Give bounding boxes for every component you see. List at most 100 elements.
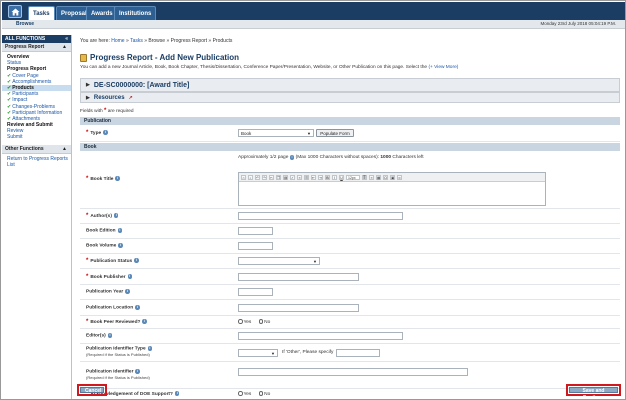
italic-icon[interactable]: I [332, 174, 337, 180]
find-icon[interactable]: ⌕ [248, 174, 253, 180]
publication-location-input[interactable] [238, 304, 359, 312]
peer-reviewed-yes[interactable]: Yes [238, 319, 254, 325]
pub-id-input[interactable] [238, 368, 468, 376]
special-char-icon[interactable]: Ω [383, 174, 388, 180]
source-icon[interactable]: ⌂ [241, 174, 246, 180]
sidebar-section-progress-report[interactable]: Progress Report ▲ [2, 43, 71, 52]
resources-panel[interactable]: ▶ Resources ↗ [80, 92, 620, 103]
help-icon[interactable]: i [103, 130, 108, 135]
help-icon[interactable]: i [127, 274, 133, 279]
if-other-input[interactable] [336, 349, 380, 357]
help-icon[interactable]: i [125, 289, 130, 294]
home-icon [11, 8, 19, 15]
image-icon[interactable]: ▣ [390, 174, 395, 180]
checkmark-icon: ✔ [7, 84, 12, 91]
collapse-sidebar-icon[interactable]: « [65, 35, 68, 43]
align-center-icon[interactable]: ≡ [369, 174, 374, 180]
sidebar-section-label: Progress Report [5, 44, 45, 50]
breadcrumb-tasks[interactable]: Tasks [130, 38, 143, 44]
view-more-link[interactable]: (+ View More) [428, 65, 458, 70]
authors-input[interactable] [238, 212, 403, 220]
sidebar-item-return-to-progress-reports[interactable]: Return to Progress Reports [2, 156, 71, 162]
tab-institutions[interactable]: Institutions [114, 6, 157, 20]
cut-icon[interactable]: ✂ [269, 174, 274, 180]
paste-icon[interactable]: ▤ [283, 174, 288, 180]
required-star-icon: * [86, 258, 89, 264]
book-publisher-input[interactable] [238, 273, 359, 281]
editors-input[interactable] [238, 332, 403, 340]
indent-icon[interactable]: ⇥ [318, 174, 323, 180]
help-icon[interactable]: i [135, 369, 140, 374]
book-edition-input[interactable] [238, 227, 273, 235]
page-title: Progress Report - Add New Publication [80, 53, 239, 62]
home-button[interactable] [8, 5, 22, 18]
breadcrumb-home[interactable]: Home [111, 38, 124, 44]
cancel-button[interactable]: Cancel [77, 384, 107, 396]
help-icon[interactable]: i [118, 243, 123, 248]
publication-year-label-text: Publication Year [86, 289, 124, 295]
help-icon[interactable]: i [113, 213, 119, 218]
font-size-select[interactable]: 12px [346, 174, 360, 180]
required-note-pre: Fields with [80, 109, 103, 114]
type-label: * Type i [86, 130, 108, 136]
pub-id-type-note: (Required if the Status is Published) [86, 351, 150, 357]
align-left-icon[interactable]: ≣ [362, 174, 367, 180]
table-icon[interactable]: ▦ [376, 174, 381, 180]
publication-location-row: Publication Location i [80, 300, 620, 316]
pub-id-type-select[interactable]: ▼ [238, 349, 278, 357]
help-icon[interactable]: i [115, 176, 120, 181]
char-limit-detail: (Max 1000 Characters without spaces): [295, 155, 380, 160]
publication-year-input[interactable] [238, 288, 273, 296]
help-icon[interactable]: i [289, 155, 295, 160]
peer-reviewed-label: * Book Peer Reviewed? i [86, 319, 147, 325]
spellcheck-icon[interactable]: ✓ [290, 174, 295, 180]
sidebar-item-label: Progress Report [7, 66, 47, 73]
sidebar: ALL FUNCTIONS « Progress Report ▲ Overvi… [2, 35, 72, 399]
authors-label-text: Author(s) [90, 214, 112, 219]
sidebar-section-other-functions[interactable]: Other Functions ▲ [2, 144, 71, 154]
award-panel[interactable]: ▶ DE-SC0000000: [Award Title] [80, 78, 620, 92]
help-icon[interactable]: i [107, 333, 113, 338]
populate-form-button[interactable]: Populate Form [316, 129, 354, 137]
collapse-section-icon[interactable]: ▲ [62, 43, 67, 52]
book-title-label: * Book Title i [86, 176, 120, 182]
outdent-icon[interactable]: ⇤ [311, 174, 316, 180]
type-select[interactable]: Book ▼ [238, 129, 314, 137]
help-icon[interactable]: i [134, 258, 139, 263]
app-window: Tasks Proposals Awards Institutions Brow… [0, 0, 626, 400]
help-icon[interactable]: i [135, 305, 140, 310]
bold-icon[interactable]: B [325, 174, 330, 180]
peer-reviewed-no[interactable]: No [258, 319, 274, 325]
numbered-list-icon[interactable]: ≡ [297, 174, 302, 180]
tab-tasks[interactable]: Tasks [28, 6, 55, 21]
sidebar-item-submit[interactable]: Submit [2, 134, 71, 140]
sidebar-item-label: Products [12, 84, 34, 91]
publication-status-select[interactable]: ▼ [238, 257, 320, 265]
save-and-continue-button[interactable]: Save and Continue [566, 384, 621, 399]
copy-icon[interactable]: ❐ [276, 174, 281, 180]
char-limit-count: 1000 [380, 155, 392, 160]
publication-year-row: Publication Year i [80, 285, 620, 300]
book-volume-label-text: Book Volume [86, 243, 117, 249]
collapse-section-icon[interactable]: ▲ [62, 145, 67, 154]
subnav-browse-link[interactable]: Browse [16, 21, 34, 27]
link-icon[interactable]: ∞ [397, 174, 402, 180]
book-title-editor[interactable]: ⌂ ⌕ ↶ ↷ ✂ ❐ ▤ ✓ ≡ ☰ ⇤ ⇥ B I U 12px ≣ ≡ ▦… [238, 172, 546, 206]
sub-navigation-bar: Browse Monday 23rd July 2018 05:04:19 P.… [2, 20, 625, 29]
bulleted-list-icon[interactable]: ☰ [304, 174, 309, 180]
redo-icon[interactable]: ↷ [262, 174, 267, 180]
help-icon[interactable]: i [147, 346, 153, 351]
help-icon[interactable]: i [142, 319, 147, 324]
undo-icon[interactable]: ↶ [255, 174, 260, 180]
peer-reviewed-label-text: Book Peer Reviewed? [90, 320, 141, 325]
pub-id-type-row: Publication Identifier Type i (Required i… [80, 344, 620, 362]
tab-awards[interactable]: Awards [86, 6, 118, 20]
pub-id-label: Publication Identifier i (Required if the… [86, 369, 150, 380]
help-icon[interactable]: i [117, 228, 123, 233]
book-volume-input[interactable] [238, 242, 273, 250]
type-label-text: Type [90, 131, 102, 136]
no-label: No [264, 319, 271, 325]
sidebar-item-list[interactable]: List [2, 162, 71, 168]
checkmark-icon: ✔ [7, 91, 12, 98]
underline-icon[interactable]: U [339, 174, 344, 180]
